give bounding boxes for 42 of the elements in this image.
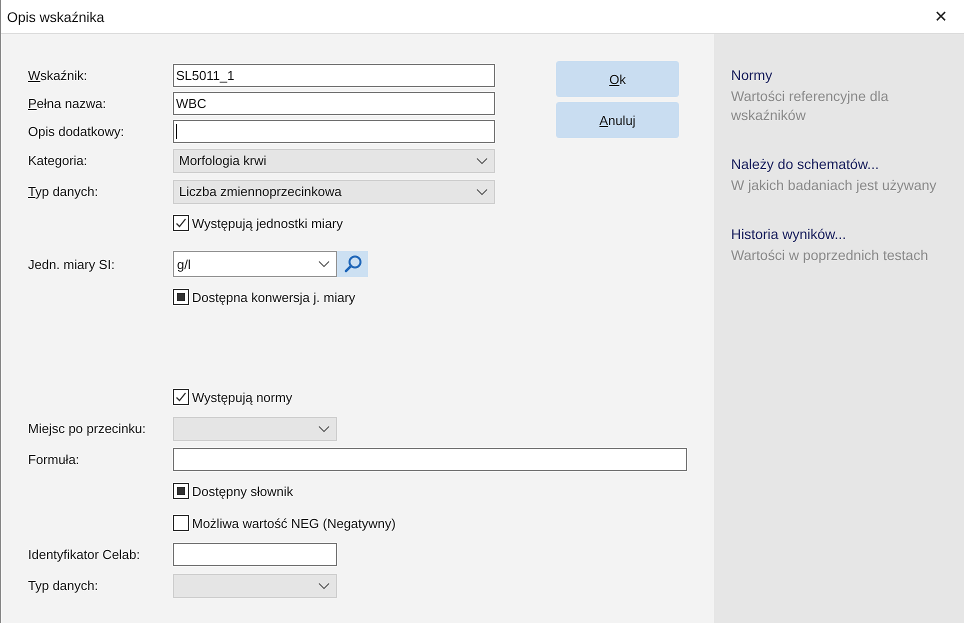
field-label: Pełna nazwa: <box>28 96 108 110</box>
field-label: Identyfikator Celab: <box>28 547 142 562</box>
input-field[interactable] <box>173 448 687 471</box>
field-label: Opis dodatkowy: <box>28 124 126 138</box>
dropdown[interactable]: Morfologia krwi <box>173 148 495 172</box>
window-title: Opis wskaźnika <box>6 8 104 24</box>
field-label: Jedn. miary SI: <box>28 256 116 272</box>
link-description: W jakich badaniach jest używany <box>731 176 938 195</box>
chevron-icon <box>318 260 330 268</box>
chevron-icon <box>318 582 330 590</box>
input-field[interactable]: SL5011_1 <box>173 64 495 86</box>
checkbox[interactable]: Występują normy <box>173 389 292 405</box>
field-label: Miejsc po przecinku: <box>28 421 147 436</box>
input-field[interactable] <box>173 543 337 566</box>
checkbox[interactable]: Dostępny słownik <box>173 483 294 499</box>
chevron-icon <box>476 156 488 164</box>
search-button[interactable] <box>337 251 368 277</box>
link-description: Wartości referencyjne dla wskaźników <box>731 87 890 125</box>
checkbox[interactable]: Dostępna konwersja j. miary <box>173 289 356 305</box>
field-label: Formuła: <box>28 452 80 467</box>
checkbox[interactable]: Możliwa wartość NEG (Negatywny) <box>173 515 396 531</box>
search-icon <box>342 254 362 274</box>
ok-button[interactable]: Ok <box>556 61 679 97</box>
dropdown[interactable]: Liczba zmiennoprzecinkowa <box>173 180 495 204</box>
link-title[interactable]: Historia wyników... <box>731 226 846 242</box>
close-button[interactable]: ✕ <box>918 0 964 33</box>
checkbox[interactable]: Występują jednostki miary <box>173 215 343 231</box>
field-label: Typ danych: <box>28 578 100 593</box>
link-title[interactable]: Należy do schematów... <box>731 156 879 172</box>
check-icon <box>174 390 188 404</box>
field-label: Wskaźnik: <box>28 68 88 82</box>
link-title[interactable]: Normy <box>731 67 772 83</box>
combo-field[interactable]: g/l <box>173 251 337 277</box>
input-field[interactable] <box>173 120 495 142</box>
field-label: Kategoria: <box>28 153 88 168</box>
check-icon <box>174 216 188 230</box>
field-label: Typ danych: <box>28 184 100 199</box>
chevron-icon <box>476 188 488 196</box>
chevron-icon <box>318 424 330 432</box>
cancel-button[interactable]: Anuluj <box>556 102 679 138</box>
link-description: Wartości w poprzednich testach <box>731 246 930 265</box>
input-field[interactable]: WBC <box>173 92 495 114</box>
